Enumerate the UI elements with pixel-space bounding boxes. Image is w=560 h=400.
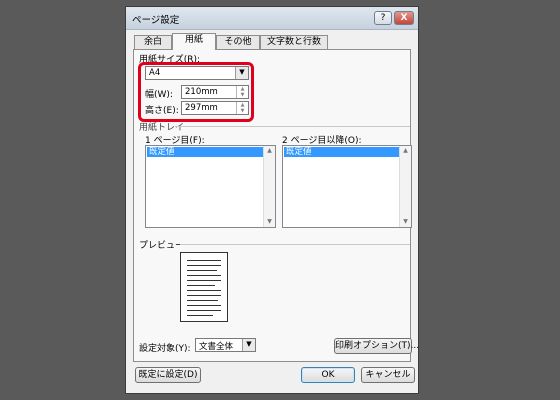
list-item[interactable]: 既定値 [147,147,263,157]
tab-paper[interactable]: 用紙 [172,33,216,50]
other-pages-tray-list[interactable]: 既定値 ▲ ▼ [282,145,412,228]
close-button[interactable]: X [394,11,414,25]
first-page-tray-list[interactable]: 既定値 ▲ ▼ [145,145,276,228]
cancel-button[interactable]: キャンセル [361,367,415,383]
divider [180,244,410,245]
apply-to-select[interactable]: 文書全体 ▼ [195,338,256,352]
apply-to-label: 設定対象(Y): [139,344,191,354]
scroll-down-icon[interactable]: ▼ [264,217,275,227]
print-options-button[interactable]: 印刷オプション(T)... [334,338,419,354]
page-preview [180,252,228,322]
apply-to-value: 文書全体 [199,342,234,352]
scroll-up-icon[interactable]: ▲ [264,146,275,156]
scrollbar[interactable]: ▲ ▼ [263,146,275,227]
title-bar[interactable]: ページ設定 ? X [126,7,418,30]
tab-other[interactable]: その他 [216,35,260,49]
set-default-button[interactable]: 既定に設定(D) [135,367,201,383]
highlight-box [138,62,254,122]
list-item[interactable]: 既定値 [284,147,400,157]
divider [175,126,410,127]
help-button[interactable]: ? [374,11,392,25]
chevron-down-icon[interactable]: ▼ [242,339,255,351]
scrollbar[interactable]: ▲ ▼ [399,146,411,227]
tab-margins[interactable]: 余白 [134,35,172,49]
ok-button[interactable]: OK [301,367,355,383]
scroll-down-icon[interactable]: ▼ [400,217,411,227]
scroll-up-icon[interactable]: ▲ [400,146,411,156]
tab-chars-lines[interactable]: 文字数と行数 [260,35,328,49]
dialog-title: ページ設定 [132,15,180,26]
preview-label: プレビュー [139,241,185,251]
